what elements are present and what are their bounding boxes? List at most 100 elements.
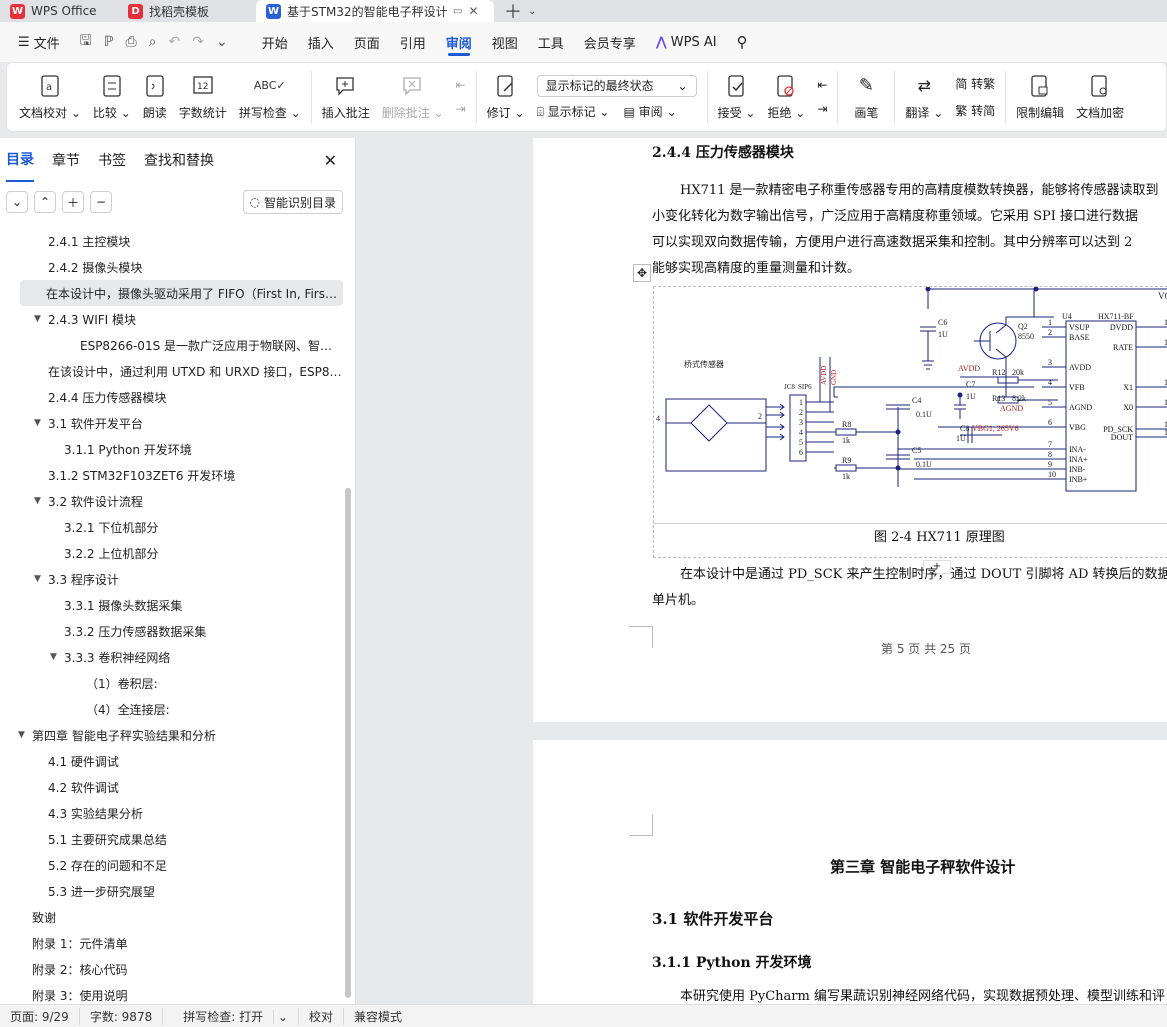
toc-item[interactable]: ▼ 3.3.3 卷积神经网络 bbox=[0, 644, 345, 670]
proofread-status[interactable]: 校对 bbox=[299, 1007, 344, 1025]
chevron-up-icon[interactable]: ⌃ bbox=[34, 191, 56, 213]
toc-item[interactable]: 3.2.1 下位机部分 bbox=[0, 514, 345, 540]
tab-toc[interactable]: 目录 bbox=[6, 138, 34, 182]
doc-check-button[interactable]: a 文档校对 ⌄ bbox=[13, 65, 87, 129]
plus-icon[interactable]: ＋ bbox=[62, 191, 84, 213]
chevron-down-icon[interactable]: ▼ bbox=[34, 574, 48, 584]
restrict-edit-button[interactable]: 限制编辑 bbox=[1010, 65, 1070, 129]
menu-tools[interactable]: 工具 bbox=[528, 22, 574, 62]
toc-item[interactable]: 3.3.1 摄像头数据采集 bbox=[0, 592, 345, 618]
comment-nav[interactable]: ⇤ ⇥ bbox=[450, 65, 472, 129]
print-preview-icon[interactable]: ⌕ bbox=[149, 34, 157, 50]
chevron-down-icon[interactable]: ⌄ bbox=[528, 6, 536, 17]
word-count[interactable]: 字数: 9878 bbox=[80, 1007, 164, 1025]
tab-wps-office[interactable]: W WPS Office bbox=[0, 0, 118, 22]
to-simplified-button[interactable]: 繁 转简 bbox=[955, 102, 995, 119]
reject-button[interactable]: 拒绝 ⌄ bbox=[761, 65, 811, 129]
menu-member[interactable]: 会员专享 bbox=[574, 22, 646, 62]
toc-item[interactable]: 2.4.1 主控模块 bbox=[0, 228, 345, 254]
chevron-down-icon[interactable]: ⌄ bbox=[6, 191, 28, 213]
toc-item[interactable]: 3.1.1 Python 开发环境 bbox=[0, 436, 345, 462]
new-tab-button[interactable]: ＋ ⌄ bbox=[494, 0, 546, 22]
prev-change-icon[interactable]: ⇤ bbox=[817, 78, 827, 92]
toc-item[interactable]: 附录 2：核心代码 bbox=[0, 956, 345, 982]
next-comment-icon[interactable]: ⇥ bbox=[456, 102, 466, 116]
markup-select[interactable]: 显示标记的最终状态 ⌄ bbox=[536, 74, 697, 97]
toc-item-selected[interactable]: 在本设计中，摄像头驱动采用了 FIFO（First In, Firs… bbox=[20, 280, 343, 306]
accept-button[interactable]: 接受 ⌄ bbox=[712, 65, 762, 129]
print-icon[interactable]: ⎙ bbox=[125, 34, 136, 50]
more-icon[interactable]: ⌄ bbox=[216, 34, 228, 50]
toc-item[interactable]: 4.2 软件调试 bbox=[0, 774, 345, 800]
prev-comment-icon[interactable]: ⇤ bbox=[456, 78, 466, 92]
toc-item[interactable]: ▼ 3.2 软件设计流程 bbox=[0, 488, 345, 514]
save-icon[interactable]: 🖫 bbox=[80, 30, 92, 54]
translate-button[interactable]: ⇄ 翻译 ⌄ bbox=[899, 65, 949, 129]
tab-chapter[interactable]: 章节 bbox=[52, 138, 80, 182]
toc-item[interactable]: 2.4.2 摄像头模块 bbox=[0, 254, 345, 280]
minus-icon[interactable]: − bbox=[90, 191, 112, 213]
tab-template[interactable]: D 找稻壳模板 bbox=[118, 0, 256, 22]
search-icon[interactable]: ⚲ bbox=[727, 22, 758, 62]
tab-document[interactable]: W 基于STM32的智能电子秤设计 ▭ ✕ bbox=[256, 0, 494, 22]
hamburger-menu[interactable]: ☰ 文件 bbox=[8, 22, 70, 62]
toc-item[interactable]: 5.2 存在的问题和不足 bbox=[0, 852, 345, 878]
track-changes-button[interactable]: 修订 ⌄ bbox=[481, 65, 531, 129]
compare-button[interactable]: 比较 ⌄ bbox=[87, 65, 137, 129]
toc-item[interactable]: 5.3 进一步研究展望 bbox=[0, 878, 345, 904]
toc-item[interactable]: （4）全连接层: bbox=[0, 696, 345, 722]
screen-icon[interactable]: ▭ bbox=[453, 6, 462, 17]
spell-check-status[interactable]: 拼写检查: 打开 ⌄ bbox=[163, 1007, 299, 1025]
toc-item[interactable]: 附录 3：使用说明 bbox=[0, 982, 345, 1004]
to-traditional-button[interactable]: 简 转繁 bbox=[955, 75, 995, 92]
menu-review[interactable]: 审阅 bbox=[436, 22, 482, 62]
chevron-down-icon[interactable]: ▼ bbox=[34, 314, 48, 324]
toc-item[interactable]: 4.3 实验结果分析 bbox=[0, 800, 345, 826]
close-icon[interactable]: ✕ bbox=[324, 138, 337, 182]
tab-find-replace[interactable]: 查找和替换 bbox=[144, 138, 214, 182]
menu-reference[interactable]: 引用 bbox=[390, 22, 436, 62]
word-count-button[interactable]: 12 字数统计 bbox=[173, 65, 233, 129]
toc-item[interactable]: （1）卷积层: bbox=[0, 670, 345, 696]
chevron-down-icon[interactable]: ▼ bbox=[34, 418, 48, 428]
close-tab-icon[interactable]: ✕ bbox=[468, 4, 478, 18]
undo-icon[interactable]: ↶ bbox=[168, 34, 180, 50]
chevron-down-icon[interactable]: ▼ bbox=[18, 730, 32, 740]
toc-item[interactable]: 3.2.2 上位机部分 bbox=[0, 540, 345, 566]
menu-page[interactable]: 页面 bbox=[344, 22, 390, 62]
encrypt-button[interactable]: 文档加密 bbox=[1070, 65, 1130, 129]
menu-home[interactable]: 开始 bbox=[252, 22, 298, 62]
show-markup-button[interactable]: ⌹ 显示标记 ⌄ bbox=[537, 103, 610, 120]
toc-item[interactable]: 在该设计中，通过利用 UTXD 和 URXD 接口，ESP8… bbox=[0, 358, 345, 384]
change-nav[interactable]: ⇤ ⇥ bbox=[811, 65, 833, 129]
review-pane-button[interactable]: ▤ 审阅 ⌄ bbox=[623, 103, 676, 120]
scrollbar[interactable] bbox=[345, 488, 351, 998]
format-brush-icon[interactable]: ℙ bbox=[104, 34, 114, 50]
toc-item[interactable]: 3.3.2 压力传感器数据采集 bbox=[0, 618, 345, 644]
insert-comment-button[interactable]: 插入批注 bbox=[316, 65, 376, 129]
spell-check-button[interactable]: ABC✓ 拼写检查 ⌄ bbox=[233, 65, 307, 129]
toc-item[interactable]: ▼ 3.3 程序设计 bbox=[0, 566, 345, 592]
smart-toc-button[interactable]: ◌ 智能识别目录 bbox=[242, 190, 343, 214]
toc-item[interactable]: ▼ 2.4.3 WIFI 模块 bbox=[0, 306, 345, 332]
toc-item[interactable]: 致谢 bbox=[0, 904, 345, 930]
chevron-down-icon[interactable]: ▼ bbox=[50, 652, 64, 662]
page-indicator[interactable]: 页面: 9/29 bbox=[0, 1007, 80, 1025]
toc-item[interactable]: 附录 1：元件清单 bbox=[0, 930, 345, 956]
toc-item[interactable]: 3.1.2 STM32F103ZET6 开发环境 bbox=[0, 462, 345, 488]
toc-item[interactable]: 4.1 硬件调试 bbox=[0, 748, 345, 774]
read-aloud-button[interactable]: 朗读 bbox=[137, 65, 173, 129]
wps-ai-button[interactable]: ⋀ WPS AI bbox=[646, 22, 727, 62]
redo-icon[interactable]: ↷ bbox=[192, 34, 204, 50]
move-handle-icon[interactable]: ✥ bbox=[633, 264, 651, 282]
pen-button[interactable]: ✎ 画笔 bbox=[842, 65, 890, 129]
menu-view[interactable]: 视图 bbox=[482, 22, 528, 62]
toc-item[interactable]: ESP8266-01S 是一款广泛应用于物联网、智… bbox=[0, 332, 345, 358]
tab-bookmark[interactable]: 书签 bbox=[98, 138, 126, 182]
delete-comment-button[interactable]: 删除批注 ⌄ bbox=[376, 65, 450, 129]
menu-insert[interactable]: 插入 bbox=[298, 22, 344, 62]
toc-item[interactable]: ▼ 3.1 软件开发平台 bbox=[0, 410, 345, 436]
toc-item[interactable]: 2.4.4 压力传感器模块 bbox=[0, 384, 345, 410]
toc-item[interactable]: 5.1 主要研究成果总结 bbox=[0, 826, 345, 852]
next-change-icon[interactable]: ⇥ bbox=[817, 102, 827, 116]
